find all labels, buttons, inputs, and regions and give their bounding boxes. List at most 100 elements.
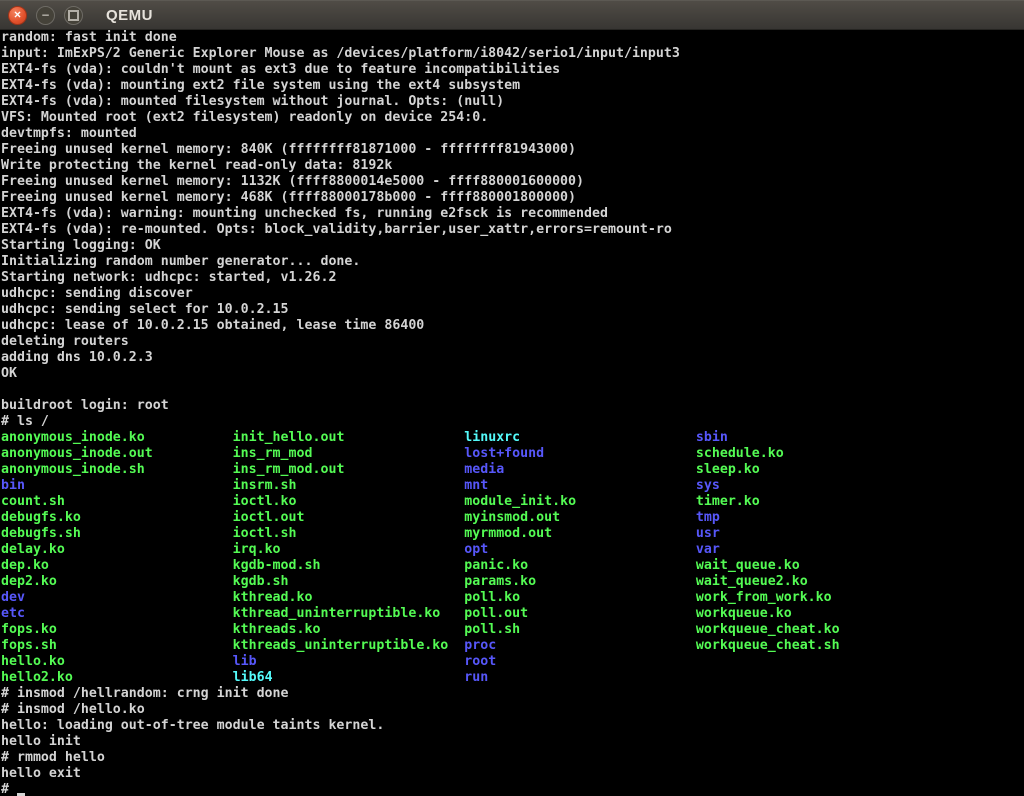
terminal-line: input: ImExPS/2 Generic Explorer Mouse a…	[1, 46, 1024, 62]
file-entry: anonymous_inode.ko	[1, 430, 233, 445]
file-entry: insrm.sh	[233, 478, 465, 493]
file-entry: etc	[1, 606, 233, 621]
file-entry: work_from_work.ko	[696, 590, 832, 605]
file-entry: lib64	[233, 670, 465, 685]
file-entry: bin	[1, 478, 233, 493]
file-entry: kgdb.sh	[233, 574, 465, 589]
file-entry: kthread.ko	[233, 590, 465, 605]
terminal-line: adding dns 10.0.2.3	[1, 350, 1024, 366]
file-entry: debugfs.sh	[1, 526, 233, 541]
file-entry: wait_queue.ko	[696, 558, 800, 573]
log-text: udhcpc: lease of 10.0.2.15 obtained, lea…	[1, 318, 424, 333]
file-entry: sleep.ko	[696, 462, 760, 477]
log-text: EXT4-fs (vda): re-mounted. Opts: block_v…	[1, 222, 672, 237]
file-entry: dep2.ko	[1, 574, 233, 589]
file-entry: timer.ko	[696, 494, 760, 509]
text-cursor	[17, 785, 25, 796]
file-entry: poll.out	[464, 606, 696, 621]
file-entry: irq.ko	[233, 542, 465, 557]
log-text: buildroot login: root	[1, 398, 169, 413]
file-entry: params.ko	[464, 574, 696, 589]
file-entry: kgdb-mod.sh	[233, 558, 465, 573]
file-entry: usr	[696, 526, 720, 541]
terminal-line: VFS: Mounted root (ext2 filesystem) read…	[1, 110, 1024, 126]
file-entry: anonymous_inode.out	[1, 446, 233, 461]
terminal-line: Write protecting the kernel read-only da…	[1, 158, 1024, 174]
terminal-line: random: fast init done	[1, 30, 1024, 46]
file-entry: opt	[464, 542, 696, 557]
terminal-line: dev kthread.ko poll.ko work_from_work.ko	[1, 590, 1024, 606]
terminal-line: deleting routers	[1, 334, 1024, 350]
terminal-line: anonymous_inode.out ins_rm_mod lost+foun…	[1, 446, 1024, 462]
log-text: Starting logging: OK	[1, 238, 161, 253]
file-entry: sys	[696, 478, 720, 493]
terminal-line: bin insrm.sh mnt sys	[1, 478, 1024, 494]
terminal-line: udhcpc: sending discover	[1, 286, 1024, 302]
close-button[interactable]: ×	[8, 6, 27, 25]
log-text: Freeing unused kernel memory: 468K (ffff…	[1, 190, 576, 205]
terminal-line: udhcpc: lease of 10.0.2.15 obtained, lea…	[1, 318, 1024, 334]
file-entry: ioctl.out	[233, 510, 465, 525]
file-entry: fops.sh	[1, 638, 233, 653]
log-text: udhcpc: sending discover	[1, 286, 193, 301]
terminal-line: hello.ko lib root	[1, 654, 1024, 670]
file-entry: debugfs.ko	[1, 510, 233, 525]
terminal-line: EXT4-fs (vda): re-mounted. Opts: block_v…	[1, 222, 1024, 238]
file-entry: hello2.ko	[1, 670, 233, 685]
file-entry: run	[464, 670, 488, 685]
terminal-line: # rmmod hello	[1, 750, 1024, 766]
log-text: Write protecting the kernel read-only da…	[1, 158, 392, 173]
file-entry: panic.ko	[464, 558, 696, 573]
log-text: OK	[1, 366, 17, 381]
log-text: VFS: Mounted root (ext2 filesystem) read…	[1, 110, 488, 125]
terminal-line: delay.ko irq.ko opt var	[1, 542, 1024, 558]
minimize-button[interactable]: −	[36, 6, 55, 25]
terminal-line: Initializing random number generator... …	[1, 254, 1024, 270]
file-entry: proc	[464, 638, 696, 653]
log-text: Starting network: udhcpc: started, v1.26…	[1, 270, 336, 285]
window-title: QEMU	[106, 7, 153, 24]
file-entry: dev	[1, 590, 233, 605]
file-entry: module_init.ko	[464, 494, 696, 509]
file-entry: schedule.ko	[696, 446, 784, 461]
terminal-line: debugfs.ko ioctl.out myinsmod.out tmp	[1, 510, 1024, 526]
file-entry: workqueue_cheat.ko	[696, 622, 840, 637]
maximize-icon	[68, 10, 79, 21]
log-text: random: fast init done	[1, 30, 177, 45]
file-entry: workqueue.ko	[696, 606, 792, 621]
maximize-button[interactable]	[64, 6, 83, 25]
log-text: hello init	[1, 734, 81, 749]
log-text: EXT4-fs (vda): mounted filesystem withou…	[1, 94, 504, 109]
file-entry: linuxrc	[464, 430, 696, 445]
minimize-icon: −	[42, 8, 50, 21]
file-entry: workqueue_cheat.sh	[696, 638, 840, 653]
terminal-line: EXT4-fs (vda): mounting ext2 file system…	[1, 78, 1024, 94]
terminal-line: etc kthread_uninterruptible.ko poll.out …	[1, 606, 1024, 622]
terminal-lines: random: fast init doneinput: ImExPS/2 Ge…	[1, 30, 1024, 782]
file-entry: wait_queue2.ko	[696, 574, 808, 589]
terminal-screen[interactable]: random: fast init doneinput: ImExPS/2 Ge…	[0, 30, 1024, 796]
file-entry: poll.sh	[464, 622, 696, 637]
file-entry: fops.ko	[1, 622, 233, 637]
file-entry: poll.ko	[464, 590, 696, 605]
log-text: adding dns 10.0.2.3	[1, 350, 153, 365]
file-entry: ioctl.ko	[233, 494, 465, 509]
log-text: Freeing unused kernel memory: 840K (ffff…	[1, 142, 576, 157]
log-text: EXT4-fs (vda): warning: mounting uncheck…	[1, 206, 608, 221]
terminal-line: count.sh ioctl.ko module_init.ko timer.k…	[1, 494, 1024, 510]
terminal-line: fops.ko kthreads.ko poll.sh workqueue_ch…	[1, 622, 1024, 638]
terminal-line: Starting logging: OK	[1, 238, 1024, 254]
file-entry: init_hello.out	[233, 430, 465, 445]
log-text: Freeing unused kernel memory: 1132K (fff…	[1, 174, 584, 189]
file-entry: count.sh	[1, 494, 233, 509]
terminal-line: EXT4-fs (vda): mounted filesystem withou…	[1, 94, 1024, 110]
log-text: hello: loading out-of-tree module taints…	[1, 718, 384, 733]
terminal-line: hello exit	[1, 766, 1024, 782]
terminal-line: debugfs.sh ioctl.sh myrmmod.out usr	[1, 526, 1024, 542]
prompt-text: #	[1, 782, 17, 796]
terminal-line: buildroot login: root	[1, 398, 1024, 414]
terminal-line: hello: loading out-of-tree module taints…	[1, 718, 1024, 734]
terminal-line: fops.sh kthreads_uninterruptible.ko proc…	[1, 638, 1024, 654]
terminal-line: # insmod /hellrandom: crng init done	[1, 686, 1024, 702]
title-bar[interactable]: × − QEMU	[0, 0, 1024, 30]
